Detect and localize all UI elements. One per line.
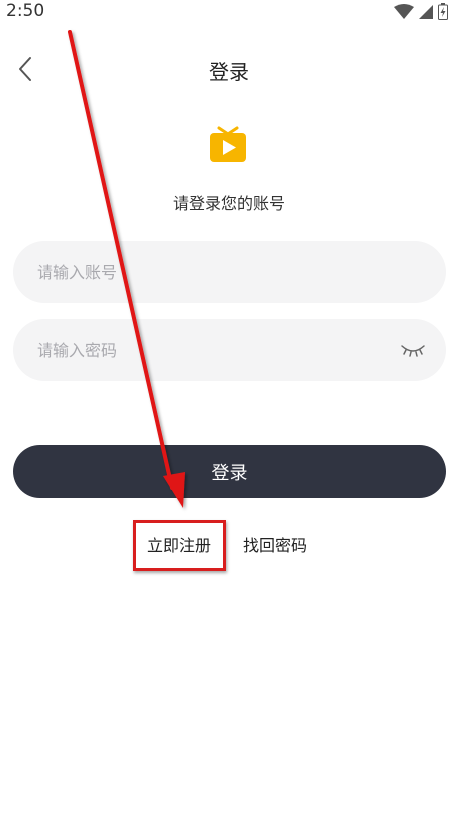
account-input[interactable] (37, 241, 397, 303)
account-field-container (13, 241, 446, 303)
forgot-password-link[interactable]: 找回密码 (243, 532, 307, 556)
status-time: 2:50 (6, 1, 45, 21)
login-screen: 2:50 登录 请登录您的账号 请输入账号 登录 立即注册 找回密码 (0, 0, 458, 820)
eye-closed-icon[interactable] (400, 341, 426, 359)
password-field-container (13, 319, 446, 381)
status-icons (394, 3, 448, 20)
password-input[interactable] (37, 319, 397, 381)
register-link[interactable]: 立即注册 (147, 532, 211, 556)
signal-icon (419, 4, 433, 19)
login-subtitle: 请登录您的账号 (172, 194, 285, 213)
wifi-icon (394, 3, 414, 19)
page-title: 登录 (209, 60, 249, 84)
status-bar: 2:50 (0, 0, 458, 24)
login-button[interactable]: 登录 (13, 445, 446, 498)
tv-play-icon (210, 126, 246, 162)
annotation-arrow (68, 30, 185, 508)
auth-links: 立即注册 找回密码 (0, 530, 458, 556)
battery-icon (438, 3, 448, 20)
